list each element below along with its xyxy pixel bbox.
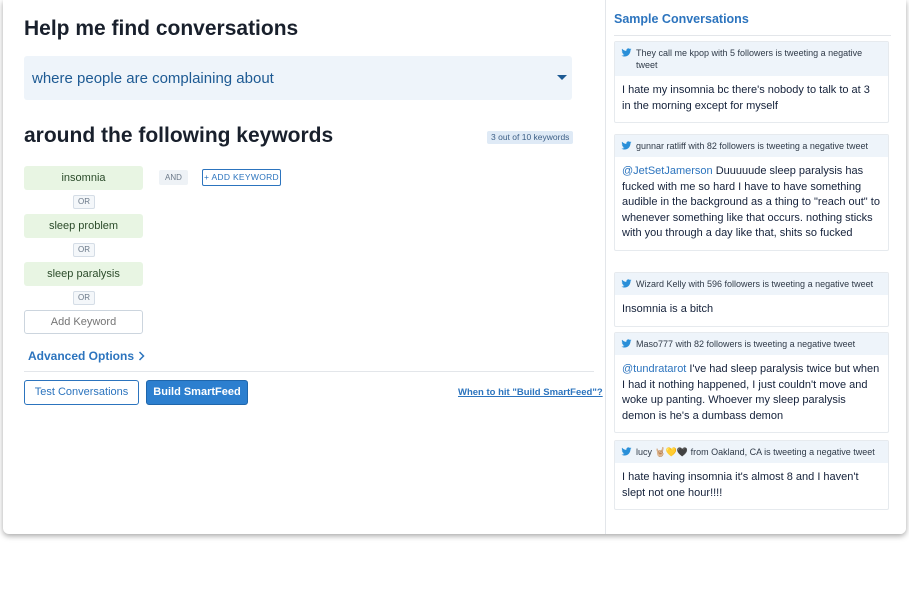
tweet-mention-link[interactable]: @JetSetJamerson	[622, 165, 713, 177]
chevron-right-icon	[138, 351, 145, 361]
divider	[614, 35, 891, 36]
tweet-text: @JetSetJamerson Duuuuude sleep paralysis…	[615, 157, 888, 250]
tweet-author-line: Wizard Kelly with 596 followers is tweet…	[636, 279, 874, 289]
tweet-author-line: Maso777 with 82 followers is tweeting a …	[636, 339, 856, 349]
twitter-bird-icon	[621, 279, 632, 288]
query-builder-panel: Help me find conversations where people …	[3, 0, 605, 534]
keyword-chip-sleep-paralysis[interactable]: sleep paralysis	[24, 262, 143, 286]
tweet-header: They call me kpop with 5 followers is tw…	[615, 42, 888, 76]
tweet-text: I hate my insomnia bc there's nobody to …	[622, 84, 870, 112]
twitter-bird-icon	[621, 447, 632, 456]
tweet-mention-link[interactable]: @tundratarot	[622, 363, 686, 375]
caret-down-icon	[557, 75, 567, 80]
and-connector[interactable]: AND	[159, 170, 188, 185]
tweet-header: lucy 🤘🏼💛🖤 from Oakland, CA is tweeting a…	[615, 441, 888, 463]
tweet-author-line: They call me kpop with 5 followers is tw…	[636, 48, 863, 70]
add-keyword-input[interactable]	[24, 310, 143, 334]
build-smartfeed-help-link[interactable]: When to hit "Build SmartFeed"?	[458, 387, 603, 398]
tweet-card[interactable]: lucy 🤘🏼💛🖤 from Oakland, CA is tweeting a…	[614, 440, 889, 510]
or-connector: OR	[73, 243, 95, 257]
tweet-text: Insomnia is a bitch	[622, 303, 714, 315]
or-connector: OR	[73, 291, 95, 305]
page-title: Help me find conversations	[24, 17, 299, 40]
twitter-bird-icon	[621, 339, 632, 348]
advanced-options-label: Advanced Options	[28, 349, 135, 363]
build-smartfeed-button[interactable]: Build SmartFeed	[146, 380, 248, 405]
keyword-chip-sleep-problem[interactable]: sleep problem	[24, 214, 143, 238]
test-conversations-button[interactable]: Test Conversations	[24, 380, 139, 405]
tweet-text: @tundratarot I've had sleep paralysis tw…	[615, 355, 888, 432]
sample-conversations-panel: Sample Conversations They call me kpop w…	[605, 0, 906, 534]
complaint-type-select[interactable]: where people are complaining about	[24, 56, 572, 100]
tweet-author-line: lucy 🤘🏼💛🖤 from Oakland, CA is tweeting a…	[636, 447, 875, 457]
or-connector: OR	[73, 195, 95, 209]
keywords-heading: around the following keywords	[24, 124, 334, 147]
select-value: where people are complaining about	[32, 69, 274, 87]
tweet-card[interactable]: Maso777 with 82 followers is tweeting a …	[614, 332, 889, 433]
tweet-author-line: gunnar ratliff with 82 followers is twee…	[636, 141, 868, 151]
tweet-header: Wizard Kelly with 596 followers is tweet…	[615, 273, 888, 295]
keyword-count-badge: 3 out of 10 keywords	[487, 131, 574, 144]
tweet-card[interactable]: gunnar ratliff with 82 followers is twee…	[614, 134, 889, 251]
tweet-card[interactable]: Wizard Kelly with 596 followers is tweet…	[614, 272, 889, 327]
twitter-bird-icon	[621, 141, 632, 150]
smartfeed-builder-card: Help me find conversations where people …	[3, 0, 906, 534]
add-keyword-group-button[interactable]: + ADD KEYWORD	[202, 169, 281, 186]
twitter-bird-icon	[621, 48, 632, 57]
tweet-card[interactable]: They call me kpop with 5 followers is tw…	[614, 41, 889, 123]
divider	[24, 371, 594, 372]
keyword-chip-insomnia[interactable]: insomnia	[24, 166, 143, 190]
tweet-text: I hate having insomnia it's almost 8 and…	[622, 471, 859, 499]
tweet-header: gunnar ratliff with 82 followers is twee…	[615, 135, 888, 157]
advanced-options-link[interactable]: Advanced Options	[28, 349, 145, 363]
tweet-header: Maso777 with 82 followers is tweeting a …	[615, 333, 888, 355]
sample-conversations-title: Sample Conversations	[614, 12, 749, 26]
